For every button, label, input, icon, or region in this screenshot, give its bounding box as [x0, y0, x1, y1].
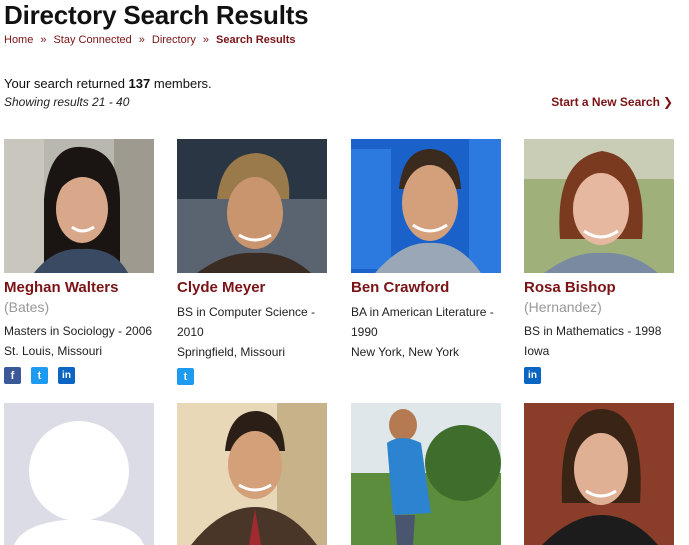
member-card: Ben Crawford BA in American Literature -…	[351, 139, 501, 362]
twitter-icon[interactable]: t	[31, 367, 48, 384]
linkedin-icon[interactable]: in	[58, 367, 75, 384]
member-photo[interactable]	[524, 139, 674, 273]
breadcrumb: Home » Stay Connected » Directory » Search Res…	[4, 34, 296, 46]
member-location: Springfield, Missouri	[177, 345, 286, 359]
member-name[interactable]: Ben Crawford	[351, 279, 501, 297]
chevron-right-icon: ❯	[662, 95, 673, 109]
facebook-icon[interactable]: f	[4, 367, 21, 384]
social-links: f t in	[4, 367, 154, 384]
results-range: Showing results 21 - 40	[4, 95, 130, 109]
member-degree: BS in Mathematics - 1998	[524, 324, 662, 338]
member-photo[interactable]	[524, 403, 674, 545]
breadcrumb-separator: »	[202, 34, 210, 46]
member-photo[interactable]	[177, 139, 327, 273]
breadcrumb-stay-connected[interactable]: Stay Connected	[53, 34, 131, 46]
results-summary: Your search returned 137 members.	[4, 76, 212, 91]
member-maiden-name: (Hernandez)	[524, 299, 602, 315]
member-card: Rosa Bishop (Hernandez) BS in Mathematic…	[524, 139, 674, 384]
member-maiden-name: (Bates)	[4, 299, 50, 315]
member-card: Meghan Walters (Bates) Masters in Sociol…	[4, 139, 154, 384]
member-photo[interactable]	[4, 139, 154, 273]
breadcrumb-separator: »	[40, 34, 47, 46]
breadcrumb-home[interactable]: Home	[4, 34, 33, 46]
member-degree: BA in American Literature - 1990	[351, 305, 494, 339]
member-degree: Masters in Sociology - 2006	[4, 324, 153, 338]
member-name[interactable]: Clyde Meyer	[177, 279, 327, 297]
member-photo[interactable]	[177, 403, 327, 545]
member-degree: BS in Computer Science - 2010	[177, 305, 316, 339]
member-location: New York, New York	[351, 345, 460, 359]
member-location: Iowa	[524, 344, 550, 358]
page-title: Directory Search Results	[4, 0, 309, 30]
member-name[interactable]: Rosa Bishop	[524, 279, 674, 297]
social-links: in	[524, 367, 674, 384]
member-photo[interactable]	[351, 403, 501, 545]
member-card: Clyde Meyer BS in Computer Science - 201…	[177, 139, 327, 385]
twitter-icon[interactable]: t	[177, 368, 194, 385]
social-links: t	[177, 368, 327, 385]
member-name[interactable]: Meghan Walters	[4, 279, 154, 297]
member-photo[interactable]	[351, 139, 501, 273]
linkedin-icon[interactable]: in	[524, 367, 541, 384]
member-location: St. Louis, Missouri	[4, 344, 103, 358]
member-photo-placeholder[interactable]	[4, 403, 154, 545]
breadcrumb-current: Search Results	[216, 34, 296, 46]
breadcrumb-directory[interactable]: Directory	[152, 34, 196, 46]
breadcrumb-separator: »	[138, 34, 145, 46]
results-count: 137	[128, 76, 151, 91]
new-search-link[interactable]: Start a New Search ❯	[551, 95, 673, 109]
